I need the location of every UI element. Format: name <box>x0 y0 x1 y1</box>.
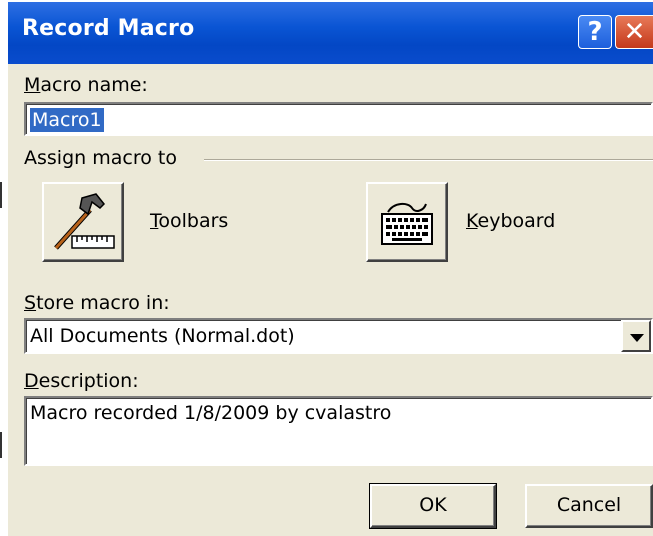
macro-name-value: Macro1 <box>30 108 104 132</box>
toolbars-button[interactable] <box>42 182 124 262</box>
chevron-down-icon[interactable] <box>621 320 651 352</box>
help-button[interactable]: ? <box>578 15 612 49</box>
description-label: Description: <box>24 370 139 392</box>
macro-name-label: Macro name: <box>24 74 148 96</box>
title-bar[interactable]: Record Macro ? ✕ <box>8 2 653 64</box>
cancel-button[interactable]: Cancel <box>525 484 653 528</box>
keyboard-button[interactable] <box>366 182 448 262</box>
keyboard-icon <box>381 202 433 245</box>
description-textarea[interactable]: Macro recorded 1/8/2009 by cvalastro <box>24 396 653 466</box>
close-button[interactable]: ✕ <box>615 15 653 49</box>
store-macro-label: Store macro in: <box>24 292 170 314</box>
ok-button[interactable]: OK <box>369 483 497 529</box>
dialog-title: Record Macro <box>22 16 195 41</box>
store-macro-select[interactable]: All Documents (Normal.dot) <box>24 318 653 354</box>
description-value: Macro recorded 1/8/2009 by cvalastro <box>30 402 392 424</box>
group-divider <box>204 159 653 161</box>
macro-name-input[interactable]: Macro1 <box>24 102 653 136</box>
keyboard-label: Keyboard <box>466 210 556 232</box>
record-macro-dialog: Record Macro ? ✕ Macro name: Macro1 Assi… <box>8 2 653 536</box>
hammer-ruler-icon <box>54 193 115 250</box>
store-macro-value: All Documents (Normal.dot) <box>30 325 295 347</box>
assign-macro-group-label: Assign macro to <box>24 147 177 169</box>
toolbars-label: Toolbars <box>150 210 229 232</box>
